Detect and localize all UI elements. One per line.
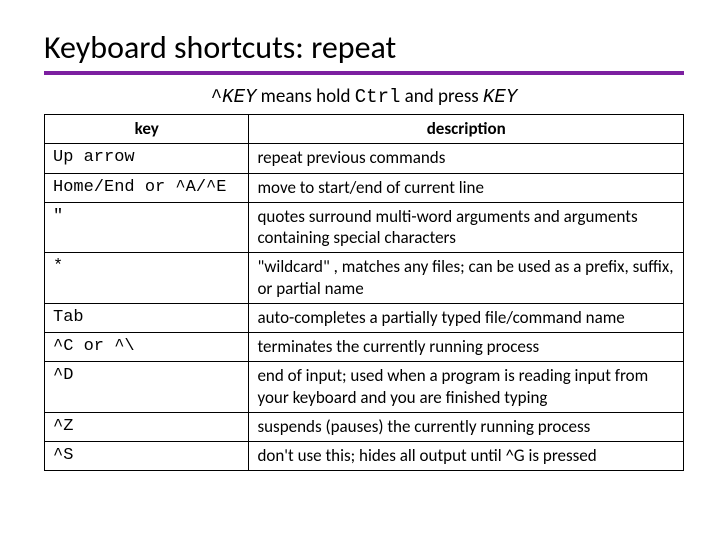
key-cell: Home/End or ^A/^E	[45, 173, 249, 202]
key-cell: Tab	[45, 303, 249, 332]
title-underline	[44, 71, 684, 75]
desc-cell: terminates the currently running process	[249, 333, 684, 362]
desc-cell: repeat previous commands	[249, 144, 684, 173]
desc-cell: suspends (pauses) the currently running …	[249, 412, 684, 441]
table-row: ^S don't use this; hides all output unti…	[45, 442, 684, 471]
subtitle-caret: ^	[211, 86, 222, 108]
table-row: ^C or ^\ terminates the currently runnin…	[45, 333, 684, 362]
subtitle-mid: means hold	[256, 85, 354, 108]
slide: Keyboard shortcuts: repeat ^KEY means ho…	[0, 0, 720, 491]
subtitle-ctrl: Ctrl	[355, 86, 401, 108]
subtitle-key1: KEY	[222, 86, 256, 108]
key-cell: ^Z	[45, 412, 249, 441]
table-row: ^D end of input; used when a program is …	[45, 362, 684, 413]
key-cell: *	[45, 253, 249, 304]
table-row: Home/End or ^A/^E move to start/end of c…	[45, 173, 684, 202]
table-row: * "wildcard" , matches any files; can be…	[45, 253, 684, 304]
subtitle-key2: KEY	[483, 86, 517, 108]
desc-cell: move to start/end of current line	[249, 173, 684, 202]
table-header-row: key description	[45, 115, 684, 144]
desc-cell: end of input; used when a program is rea…	[249, 362, 684, 413]
desc-cell: auto-completes a partially typed file/co…	[249, 303, 684, 332]
table-row: Tab auto-completes a partially typed fil…	[45, 303, 684, 332]
subtitle-and: and press	[400, 85, 483, 108]
page-title: Keyboard shortcuts: repeat	[44, 28, 684, 67]
desc-cell: "wildcard" , matches any files; can be u…	[249, 253, 684, 304]
subtitle: ^KEY means hold Ctrl and press KEY	[44, 85, 684, 108]
shortcuts-table: key description Up arrow repeat previous…	[44, 114, 684, 471]
key-cell: ^C or ^\	[45, 333, 249, 362]
col-header-key: key	[45, 115, 249, 144]
col-header-description: description	[249, 115, 684, 144]
desc-cell: don't use this; hides all output until ^…	[249, 442, 684, 471]
table-row: ^Z suspends (pauses) the currently runni…	[45, 412, 684, 441]
table-row: " quotes surround multi-word arguments a…	[45, 202, 684, 253]
key-cell: "	[45, 202, 249, 253]
key-cell: ^S	[45, 442, 249, 471]
key-cell: ^D	[45, 362, 249, 413]
key-cell: Up arrow	[45, 144, 249, 173]
desc-cell: quotes surround multi-word arguments and…	[249, 202, 684, 253]
table-row: Up arrow repeat previous commands	[45, 144, 684, 173]
